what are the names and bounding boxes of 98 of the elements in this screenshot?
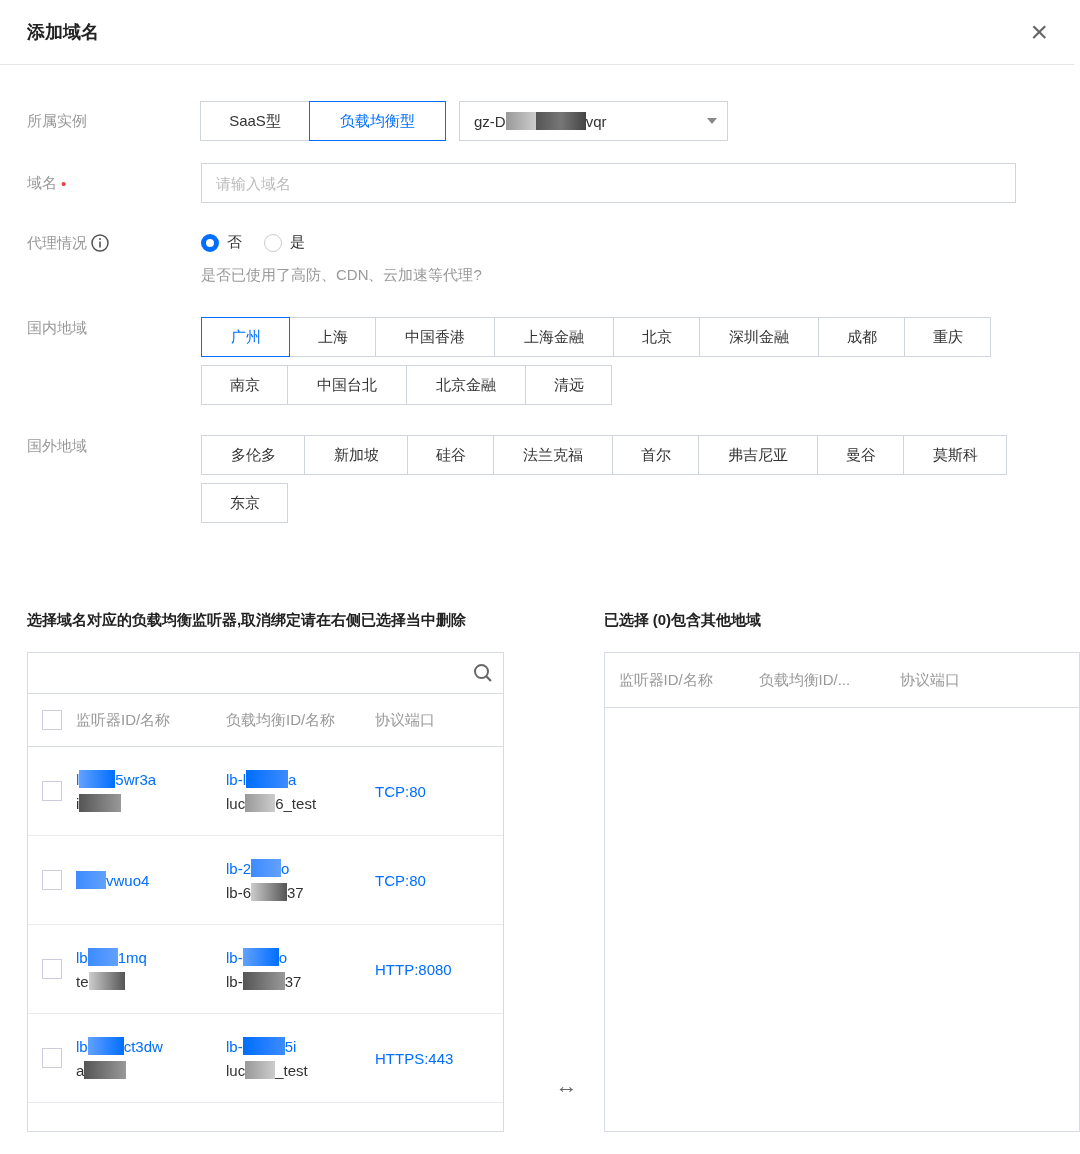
radio-option[interactable]: 否 [201, 233, 242, 252]
region-button[interactable]: 法兰克福 [493, 435, 613, 475]
cell-text: 5wr3a [115, 770, 157, 788]
checkbox[interactable] [42, 1048, 62, 1068]
port-link[interactable]: TCP:80 [375, 782, 426, 800]
pixelated-block [245, 794, 276, 812]
pixelated-block [242, 1037, 285, 1055]
pixelated-block [251, 859, 281, 877]
cell-text: l [76, 770, 80, 788]
cell-text: lb-2 [226, 859, 251, 877]
pixelated-block [245, 1061, 276, 1079]
region-button[interactable]: 莫斯科 [903, 435, 1007, 475]
region-button[interactable]: 清远 [525, 365, 612, 405]
checkbox[interactable] [42, 710, 62, 730]
cell-text: ct3dw [123, 1037, 163, 1055]
port-link[interactable]: HTTPS:443 [375, 1049, 454, 1067]
pixelated-block [242, 972, 285, 990]
cell-text: o [278, 948, 287, 966]
region-button[interactable]: 上海金融 [494, 317, 614, 357]
cell-text: vwuo4 [106, 871, 150, 889]
region-button[interactable]: 上海 [289, 317, 376, 357]
region-button[interactable]: 曼谷 [817, 435, 904, 475]
hint-text: 是否已使用了高防、CDN、云加速等代理? [201, 266, 482, 285]
cell-text: _test [275, 1061, 308, 1079]
column-header: 协议端口 [375, 710, 435, 730]
column-header: 监听器ID/名称 [76, 710, 172, 730]
section-title: 已选择 (0)包含其他地域 [603, 611, 762, 630]
pixelated-block [88, 972, 125, 990]
caret-icon [707, 118, 717, 124]
column-header: 监听器ID/名称 [618, 670, 714, 690]
cell-text: lb- [226, 948, 243, 966]
cell-text: 1mq [117, 948, 147, 966]
pixelated-block [87, 948, 118, 966]
cell-text: o [281, 859, 290, 877]
pixelated-block [79, 770, 116, 788]
field-label: 域名 [27, 173, 57, 193]
port-link[interactable]: TCP:80 [375, 871, 426, 889]
cell-text: i [76, 794, 80, 812]
column-header: 协议端口 [899, 670, 960, 690]
region-button[interactable]: 中国香港 [375, 317, 495, 357]
region-button[interactable]: 首尔 [612, 435, 699, 475]
field-label: 国外地域 [27, 436, 88, 456]
section-title: 选择域名对应的负载均衡监听器,取消绑定请在右侧已选择当中删除 [27, 611, 468, 630]
cell-text: a [76, 1061, 85, 1079]
info-icon [91, 234, 109, 252]
cell-text: 6_test [275, 794, 317, 812]
port-link[interactable]: HTTP:8080 [375, 960, 452, 978]
region-button[interactable]: 新加坡 [304, 435, 408, 475]
pixelated-block [79, 794, 122, 812]
cell-text: 37 [284, 972, 302, 990]
cell-text: lb [76, 948, 88, 966]
region-button[interactable]: 重庆 [904, 317, 991, 357]
pixelated-block [84, 1061, 127, 1079]
region-button[interactable]: 成都 [818, 317, 905, 357]
region-button[interactable]: 东京 [201, 483, 288, 523]
checkbox[interactable] [42, 870, 62, 890]
cell-text: 37 [287, 883, 304, 901]
cell-text: lb-6 [226, 883, 251, 901]
region-button[interactable]: 北京 [613, 317, 700, 357]
region-button[interactable]: 多伦多 [201, 435, 305, 475]
cell-text: lb [76, 1037, 88, 1055]
field-label: 国内地域 [27, 318, 88, 338]
region-button[interactable]: 广州 [201, 317, 290, 357]
region-button[interactable]: 深圳金融 [699, 317, 819, 357]
field-label: 代理情况 [27, 233, 87, 253]
pixelated-block [251, 883, 287, 901]
domain-field[interactable]: 请输入域名 [201, 163, 1016, 203]
cell-text: 5i [284, 1037, 297, 1055]
checkbox[interactable] [42, 959, 62, 979]
pixelated-block [242, 948, 279, 966]
column-header: 负载均衡ID/... [758, 670, 852, 690]
region-button[interactable]: 硅谷 [407, 435, 494, 475]
type-button[interactable]: SaaS型 [200, 101, 310, 141]
cell-text: lb-l [226, 770, 246, 788]
region-button[interactable]: 南京 [201, 365, 288, 405]
field-label: 所属实例 [27, 111, 88, 131]
radio-option[interactable]: 是 [264, 233, 305, 252]
cell-text: lb- [226, 972, 243, 990]
pixelated-block [87, 1037, 124, 1055]
cell-text: lb- [226, 1037, 243, 1055]
cell-text: te [76, 972, 89, 990]
region-button[interactable]: 北京金融 [406, 365, 526, 405]
search-icon[interactable] [472, 663, 493, 683]
column-header: 负载均衡ID/名称 [226, 710, 337, 730]
instance-select[interactable]: gz-D vqr [459, 101, 728, 141]
required-mark: • [61, 174, 67, 192]
cell-text: a [288, 770, 297, 788]
type-button[interactable]: 负载均衡型 [309, 101, 446, 141]
transfer-icon: ↔ [555, 1073, 578, 1099]
checkbox[interactable] [42, 781, 62, 801]
region-button[interactable]: 弗吉尼亚 [698, 435, 818, 475]
cell-text: luc [226, 794, 246, 812]
pixelated-block [246, 770, 288, 788]
region-button[interactable]: 中国台北 [287, 365, 407, 405]
close-button[interactable]: × [1030, 17, 1048, 47]
dialog-title: 添加域名 [27, 21, 99, 44]
pixelated-block [505, 112, 536, 130]
cell-text: luc [226, 1061, 246, 1079]
